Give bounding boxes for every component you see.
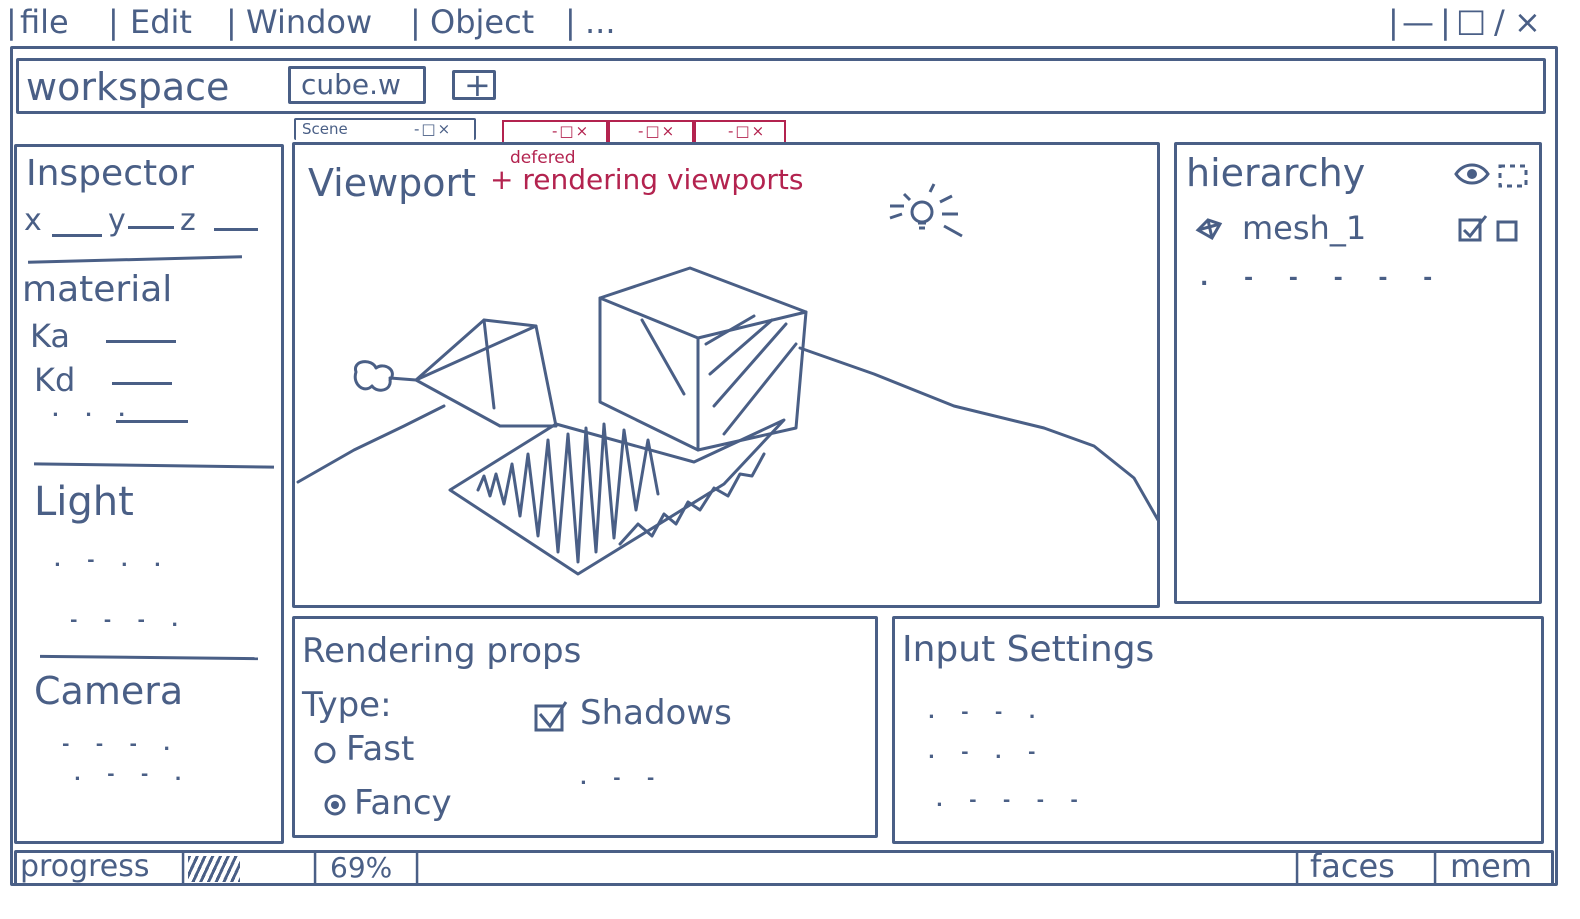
progress-bar-fill (188, 856, 241, 882)
input-settings-row-2: . - . - (928, 742, 1046, 763)
input-settings-row-1: . - - . (928, 702, 1046, 723)
faces-label: faces (1310, 847, 1395, 885)
radio-unselected-icon[interactable] (312, 740, 338, 766)
coord-z-input[interactable] (214, 228, 258, 231)
maximize-icon[interactable]: □ (1456, 4, 1486, 36)
material-more-input[interactable] (116, 420, 188, 423)
shadows-label: Shadows (580, 693, 732, 733)
workspace-bar (16, 58, 1546, 114)
light-row-1: . - . . (54, 550, 171, 571)
coords-row: x y z (24, 206, 274, 246)
menu-more[interactable]: ... (585, 6, 616, 38)
coord-x-label: x (24, 203, 42, 238)
shadows-checkbox[interactable]: Shadows (532, 694, 752, 734)
inspector-title: Inspector (26, 153, 194, 194)
scene-tab-controls[interactable]: -□× (414, 120, 452, 138)
cube-left (598, 296, 700, 452)
rendering-type-label: Type: (302, 685, 392, 725)
radio-selected-icon[interactable] (322, 792, 348, 818)
render-option-fancy-label: Fancy (354, 783, 452, 823)
light-title: Light (34, 479, 134, 525)
mem-label: mem (1450, 847, 1533, 885)
scene-sketch (296, 266, 1160, 576)
mesh-icon (1195, 218, 1223, 241)
camera-row-1: - - - . (62, 734, 181, 755)
camera-body (353, 360, 394, 392)
deferred-tab-3[interactable]: -□× (694, 120, 786, 142)
camera-title: Camera (34, 669, 184, 713)
deferred-tab-2[interactable]: -□× (608, 120, 694, 142)
material-more: . . . (52, 400, 136, 421)
menu-file[interactable]: file (20, 6, 69, 38)
progress-percent: 69% (330, 851, 393, 884)
material-title: material (22, 269, 173, 310)
hierarchy-item[interactable]: mesh_1 (1190, 210, 1530, 250)
menu-edit[interactable]: Edit (130, 6, 192, 38)
render-option-fast[interactable]: Fast (310, 730, 460, 768)
deferred-tab-2-controls[interactable]: -□× (638, 122, 676, 140)
menu-bar: | file | Edit | Window | Object | ... | … (6, 1, 1541, 41)
visibility-checkbox-icon[interactable] (1458, 214, 1488, 242)
rendering-more: . - - (580, 768, 665, 789)
material-kd-label: Kd (34, 361, 76, 399)
checkbox-checked-icon[interactable] (534, 700, 570, 732)
terrain-right (798, 346, 1160, 522)
deferred-tab-3-controls[interactable]: -□× (728, 122, 766, 140)
menu-window[interactable]: Window (246, 6, 372, 38)
input-settings-title: Input Settings (902, 629, 1155, 670)
menu-object[interactable]: Object (430, 6, 534, 38)
plus-icon: + (464, 66, 491, 104)
selection-checkbox-icon[interactable] (1496, 220, 1520, 242)
add-tab-button[interactable]: + (452, 66, 496, 104)
workspace-tab-label: cube.w (301, 68, 401, 101)
light-row-2: - - - . (70, 610, 189, 631)
deferred-tab-1-controls[interactable]: -□× (552, 122, 590, 140)
progress-bar (188, 856, 264, 882)
workspace-tab-cube[interactable]: cube.w (288, 66, 426, 104)
render-option-fast-label: Fast (346, 729, 415, 769)
material-ka-input[interactable] (106, 340, 176, 343)
minimize-icon[interactable]: — (1402, 6, 1434, 38)
rendering-props-title: Rendering props (302, 631, 582, 671)
input-settings-row-3: . - - - - (936, 790, 1088, 811)
coord-x-input[interactable] (52, 234, 102, 237)
terrain-line (296, 404, 446, 484)
eye-icon[interactable] (1454, 162, 1490, 186)
workspace-label: workspace (26, 65, 230, 109)
progress-label: progress (20, 849, 150, 884)
scene-tab[interactable]: Scene -□× (294, 118, 476, 140)
select-box-icon[interactable] (1498, 164, 1528, 188)
coord-z-label: z (180, 203, 196, 238)
hierarchy-more: . - - - - - (1200, 266, 1447, 291)
material-ka-label: Ka (30, 317, 71, 355)
camera-row-2: . - - . (74, 764, 192, 785)
coord-y-label: y (108, 203, 126, 238)
deferred-tab-1[interactable]: -□× (502, 120, 608, 142)
scene-tab-label: Scene (302, 120, 348, 138)
coord-y-input[interactable] (128, 226, 174, 229)
hierarchy-title: hierarchy (1186, 151, 1366, 195)
close-icon[interactable]: × (1514, 6, 1541, 38)
render-option-fancy[interactable]: Fancy (320, 784, 490, 824)
cube-top (598, 266, 808, 340)
material-kd-input[interactable] (112, 382, 172, 385)
hierarchy-item-label: mesh_1 (1242, 209, 1367, 247)
